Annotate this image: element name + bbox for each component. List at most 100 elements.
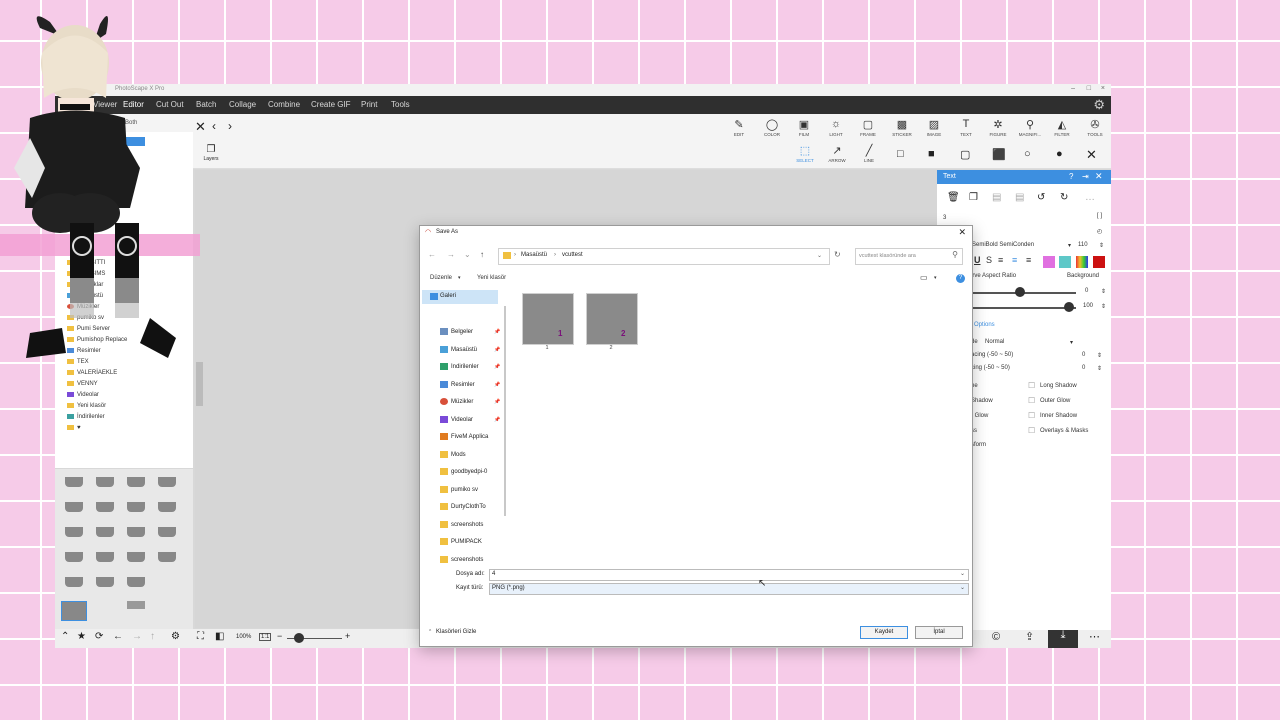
effect-item[interactable]: r Glow xyxy=(971,413,988,419)
maximize-button[interactable]: □ xyxy=(1087,85,1091,92)
menu-tools[interactable]: Tools xyxy=(391,100,410,109)
fit-icon[interactable]: ⛶ xyxy=(197,631,204,642)
menu-print[interactable]: Print xyxy=(361,100,377,109)
file-thumbnail[interactable] xyxy=(522,293,574,345)
text-value[interactable]: 3 xyxy=(943,215,946,221)
thumbnail[interactable] xyxy=(96,527,114,537)
chevron-down-icon[interactable]: ⌄ xyxy=(817,252,822,259)
hide-folders-toggle[interactable]: Klasörleri Gizle xyxy=(436,629,476,635)
dialog-close-icon[interactable]: ✕ xyxy=(958,227,966,238)
tree-item[interactable]: İndirilenler xyxy=(67,414,105,420)
stepper-icon[interactable]: ⇕ xyxy=(1101,288,1106,295)
align-left-icon[interactable]: ≡ xyxy=(998,255,1003,265)
chevron-up-icon[interactable]: ⌃ xyxy=(428,629,432,635)
spacing-value[interactable]: 0 xyxy=(1082,352,1085,358)
help-icon[interactable]: ? xyxy=(1069,172,1073,181)
breadcrumb-item[interactable]: vcuttest xyxy=(562,252,583,258)
duplicate-icon[interactable]: ❐ xyxy=(969,192,978,203)
rect-filled-icon[interactable]: ■ xyxy=(928,148,935,160)
menu-create-gif[interactable]: Create GIF xyxy=(311,100,351,109)
gallery-item[interactable]: Galeri xyxy=(422,290,498,304)
zoom-1to1-button[interactable]: 1:1 xyxy=(259,633,272,641)
align-icon[interactable]: ▤ xyxy=(992,192,1001,203)
nav-item-folder[interactable]: pumiko sv xyxy=(440,486,498,493)
slider-knob[interactable] xyxy=(1064,302,1074,312)
save-icon[interactable]: ⤓ xyxy=(1048,629,1078,648)
effect-item[interactable]: sform xyxy=(971,442,986,448)
tool-image[interactable]: ▨ IMAGE xyxy=(920,118,948,137)
slider-knob[interactable] xyxy=(1015,287,1025,297)
refresh-icon[interactable]: ↻ xyxy=(834,250,841,259)
pin-icon[interactable]: 📌 xyxy=(494,382,500,388)
align-center-icon[interactable]: ≡ xyxy=(1012,255,1017,265)
thumbnail[interactable] xyxy=(96,577,114,587)
pin-icon[interactable]: 📌 xyxy=(494,399,500,405)
color-swatch[interactable] xyxy=(1043,256,1055,268)
close-icon[interactable]: ✕ xyxy=(1086,147,1097,163)
thumbnail[interactable] xyxy=(127,601,145,609)
forward-arrow-icon[interactable]: → xyxy=(447,250,455,259)
filename-input[interactable]: 4 ⌄ xyxy=(489,569,969,581)
tool-text[interactable]: T TEXT xyxy=(952,118,980,137)
pin-icon[interactable]: 📌 xyxy=(494,347,500,353)
breadcrumb-item[interactable]: Masaüstü xyxy=(521,252,547,258)
thumbnail[interactable] xyxy=(96,502,114,512)
menu-combine[interactable]: Combine xyxy=(268,100,300,109)
thumbnail[interactable] xyxy=(96,477,114,487)
thumbnail[interactable] xyxy=(65,477,83,487)
thumbnail[interactable] xyxy=(65,502,83,512)
checkbox[interactable]: ☐ xyxy=(1028,381,1035,390)
thumbnail[interactable] xyxy=(127,527,145,537)
close-app-button[interactable]: × xyxy=(1101,85,1105,92)
tool-film[interactable]: ▣ FILM xyxy=(790,118,818,137)
nav-item-folder[interactable]: DurtyClothTo xyxy=(440,503,498,510)
nav-item-folder[interactable]: FiveM Applica xyxy=(440,433,498,440)
background-checkbox[interactable]: Background xyxy=(1067,273,1099,279)
up-arrow-icon[interactable]: ↑ xyxy=(150,631,155,642)
checkbox[interactable]: ☐ xyxy=(1028,411,1035,420)
thumbnail[interactable] xyxy=(65,552,83,562)
align-right-icon[interactable]: ≡ xyxy=(1026,255,1031,265)
checkbox[interactable]: ☐ xyxy=(1028,426,1035,435)
share-icon[interactable]: ⇪ xyxy=(1025,630,1034,643)
rounded-rect-icon[interactable]: ▢ xyxy=(960,148,970,161)
thumbnail[interactable] xyxy=(65,577,83,587)
back-arrow-icon[interactable]: ← xyxy=(113,631,123,642)
nav-item-videos[interactable]: Videolar xyxy=(440,416,498,423)
subtool-line[interactable]: ╱ LINE xyxy=(855,144,883,163)
tree-item[interactable]: Videolar xyxy=(67,392,99,398)
nav-item-documents[interactable]: Belgeler xyxy=(440,328,498,335)
next-icon[interactable]: › xyxy=(228,119,232,133)
selected-thumbnail[interactable] xyxy=(61,601,87,621)
collapse-panel-handle[interactable] xyxy=(196,362,203,406)
new-folder-button[interactable]: Yeni klasör xyxy=(477,275,506,281)
settings-icon[interactable]: ◴ xyxy=(1097,228,1102,235)
refresh-icon[interactable]: ⟳ xyxy=(95,631,103,642)
circle-outline-icon[interactable]: ○ xyxy=(1024,148,1031,160)
view-options-icon[interactable]: ▭ xyxy=(920,273,928,282)
search-input[interactable]: vcuttest klasöründe ara ⚲ xyxy=(855,248,963,265)
file-thumbnail[interactable] xyxy=(586,293,638,345)
mode-select[interactable]: Normal xyxy=(985,339,1004,345)
rotate-right-icon[interactable]: ↻ xyxy=(1060,192,1068,203)
pin-icon[interactable]: 📌 xyxy=(494,329,500,335)
strikethrough-icon[interactable]: S xyxy=(986,255,992,265)
close-icon[interactable]: ✕ xyxy=(1095,171,1103,182)
thumbnail[interactable] xyxy=(158,477,176,487)
color-swatch[interactable] xyxy=(1059,256,1071,268)
effect-item[interactable]: Inner Shadow xyxy=(1040,413,1077,419)
effect-item[interactable]: Outer Glow xyxy=(1040,398,1070,404)
chevron-up-icon[interactable]: ⌃ xyxy=(61,631,69,642)
more-icon[interactable]: ⋯ xyxy=(1089,630,1100,643)
font-size-value[interactable]: 110 xyxy=(1078,242,1088,248)
pin-icon[interactable]: 📌 xyxy=(494,417,500,423)
rect-outline-icon[interactable]: □ xyxy=(897,148,904,160)
align-icon[interactable]: ▤ xyxy=(1015,192,1024,203)
minimize-button[interactable]: – xyxy=(1071,85,1075,92)
tool-light[interactable]: ☼ LIGHT xyxy=(822,118,850,137)
thumbnail[interactable] xyxy=(158,552,176,562)
options-link[interactable]: Options xyxy=(974,322,995,328)
nav-item-pictures[interactable]: Resimler xyxy=(440,381,498,388)
stepper-icon[interactable]: ⇕ xyxy=(1097,365,1102,372)
nav-item-folder[interactable]: goodbyedpi-0 xyxy=(440,468,498,475)
